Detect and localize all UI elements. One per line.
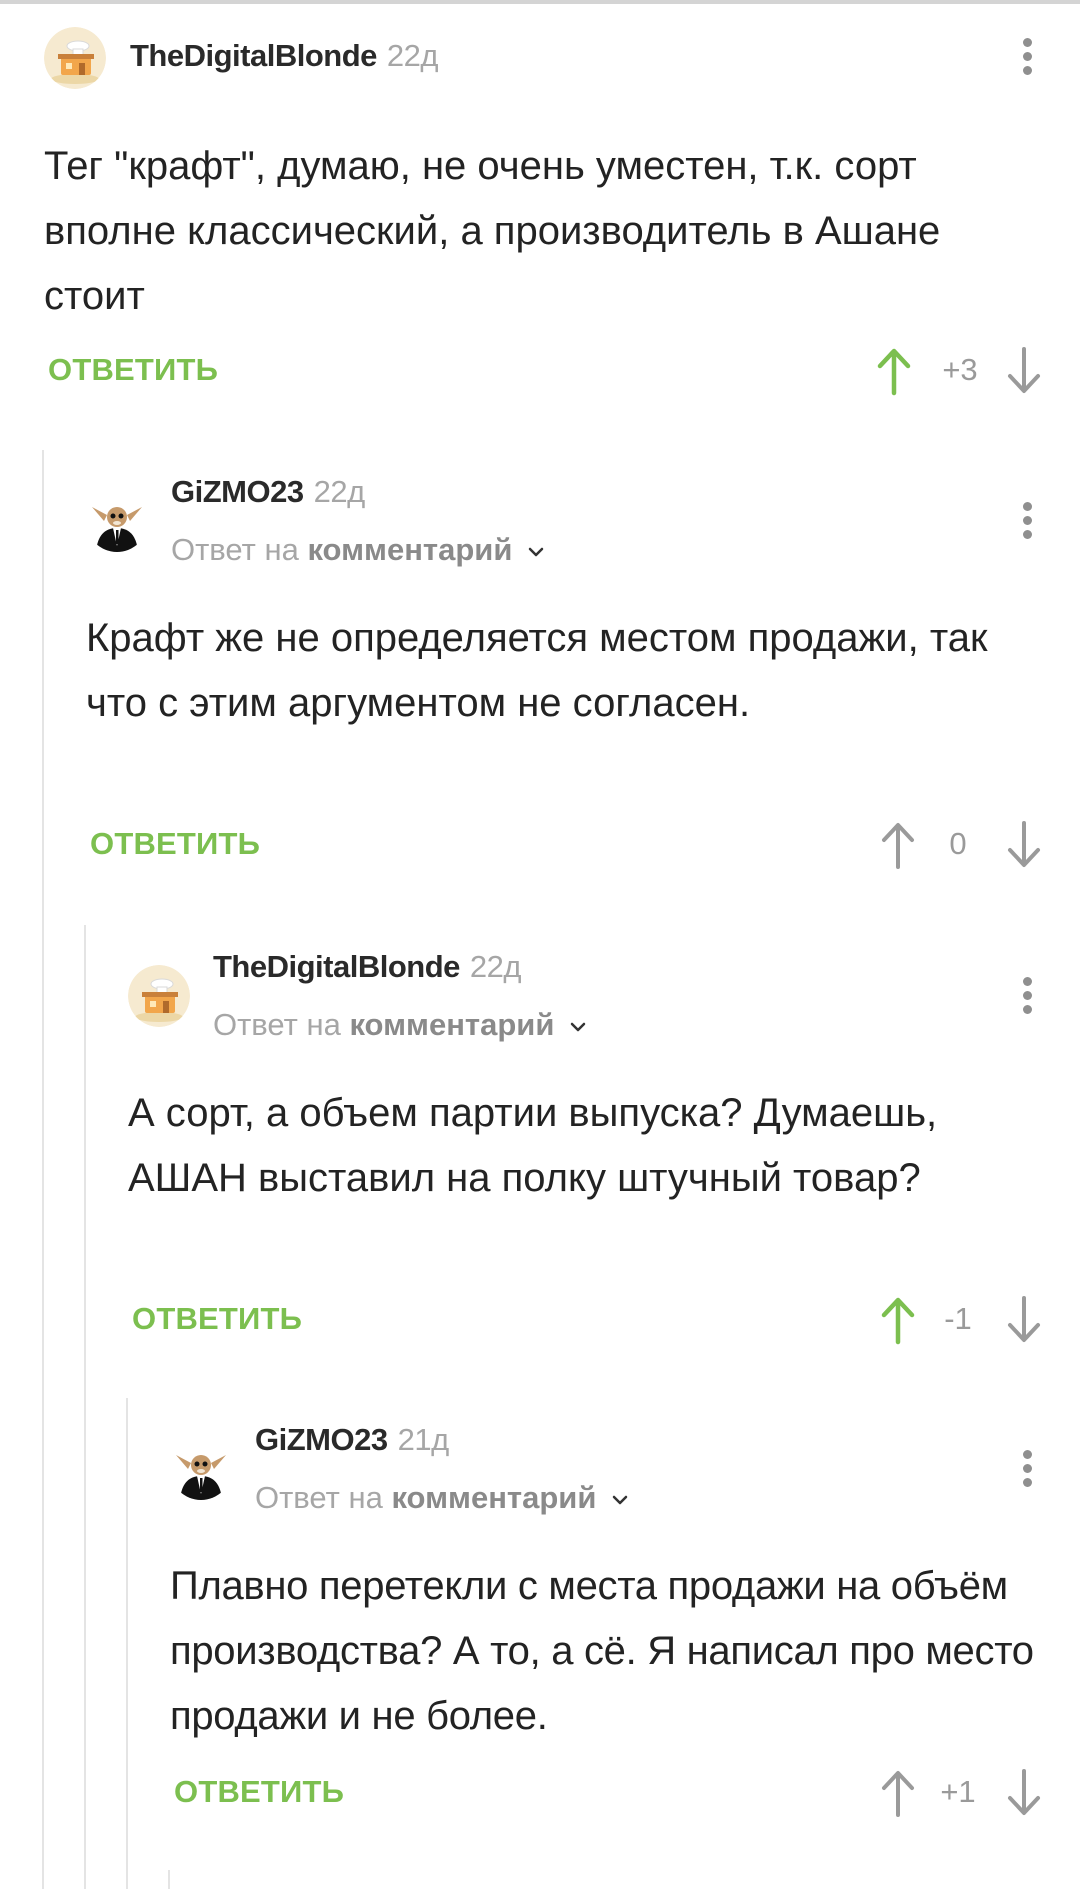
comment: TheDigitalBlonde 22д Ответ на комментарий… [86, 925, 1080, 1395]
comment-age: 21д [397, 1422, 450, 1457]
reply-button[interactable]: ОТВЕТИТЬ [132, 1301, 302, 1337]
more-vertical-icon[interactable] [1006, 496, 1046, 546]
chevron-down-icon[interactable] [567, 1016, 589, 1038]
reply-to-prefix: Ответ на [213, 1007, 341, 1042]
author-name[interactable]: TheDigitalBlonde 22д [130, 38, 438, 74]
reply-button[interactable]: ОТВЕТИТЬ [90, 826, 260, 862]
reply-to[interactable]: Ответ на комментарий [171, 532, 547, 568]
comment-text: Крафт же не определяется местом продажи,… [86, 616, 988, 725]
comment: GiZMO23 21д Ответ на комментарий Плавно п… [128, 1398, 1080, 1868]
more-vertical-icon[interactable] [1006, 971, 1046, 1021]
comment-age: 22д [386, 38, 439, 73]
gremlin-in-suit-avatar [86, 490, 148, 552]
reply-to[interactable]: Ответ на комментарий [213, 1007, 589, 1043]
comment-text: Тег "крафт", думаю, не очень уместен, т.… [44, 144, 941, 318]
vote-controls: +1 [878, 1768, 1058, 1818]
avatar[interactable] [128, 965, 190, 1027]
arrow-up-icon[interactable] [874, 346, 914, 396]
chevron-down-icon[interactable] [525, 541, 547, 563]
vote-controls: 0 [878, 820, 1058, 870]
house-cake-avatar [128, 965, 190, 1027]
reply-to-prefix: Ответ на [171, 532, 299, 567]
comment-text: А сорт, а объем партии выпуска? Думаешь,… [128, 1091, 938, 1200]
comment-age: 22д [469, 949, 522, 984]
author-label[interactable]: TheDigitalBlonde [130, 38, 377, 73]
author-name[interactable]: GiZMO23 21д [255, 1422, 449, 1458]
author-name[interactable]: GiZMO23 22д [171, 474, 365, 510]
arrow-down-icon[interactable] [1004, 1768, 1044, 1818]
chevron-down-icon[interactable] [609, 1489, 631, 1511]
more-vertical-icon[interactable] [1006, 1444, 1046, 1494]
house-cake-avatar [44, 27, 106, 89]
reply-button[interactable]: ОТВЕТИТЬ [48, 352, 218, 388]
avatar[interactable] [170, 1438, 232, 1500]
arrow-up-icon[interactable] [878, 1295, 918, 1345]
vote-controls: -1 [878, 1295, 1058, 1345]
reply-to[interactable]: Ответ на комментарий [255, 1480, 631, 1516]
avatar[interactable] [86, 490, 148, 552]
reply-to-link[interactable]: комментарий [391, 1480, 596, 1515]
vote-controls: +3 [870, 346, 1050, 396]
vote-score: +1 [940, 1774, 976, 1809]
comment: TheDigitalBlonde 22д Тег "крафт", думаю, … [0, 0, 1080, 420]
arrow-down-icon[interactable] [1004, 346, 1044, 396]
arrow-down-icon[interactable] [1004, 820, 1044, 870]
comment: GiZMO23 22д Ответ на комментарий Крафт же… [44, 450, 1080, 920]
reply-to-link[interactable]: комментарий [307, 532, 512, 567]
avatar[interactable] [44, 27, 106, 89]
arrow-up-icon[interactable] [878, 820, 918, 870]
vote-score: +3 [942, 352, 978, 387]
author-label[interactable]: GiZMO23 [255, 1422, 388, 1457]
reply-button[interactable]: ОТВЕТИТЬ [174, 1774, 344, 1810]
gremlin-in-suit-avatar [170, 1438, 232, 1500]
more-vertical-icon[interactable] [1006, 32, 1046, 82]
thread-line-level-4 [168, 1870, 170, 1889]
comment-age: 22д [313, 474, 366, 509]
author-label[interactable]: GiZMO23 [171, 474, 304, 509]
comment-text: Плавно перетекли с места продажи на объё… [170, 1564, 1034, 1738]
reply-to-link[interactable]: комментарий [349, 1007, 554, 1042]
reply-to-prefix: Ответ на [255, 1480, 383, 1515]
arrow-up-icon[interactable] [878, 1768, 918, 1818]
author-name[interactable]: TheDigitalBlonde 22д [213, 949, 521, 985]
vote-score: 0 [949, 826, 967, 861]
author-label[interactable]: TheDigitalBlonde [213, 949, 460, 984]
arrow-down-icon[interactable] [1004, 1295, 1044, 1345]
vote-score: -1 [944, 1301, 972, 1336]
